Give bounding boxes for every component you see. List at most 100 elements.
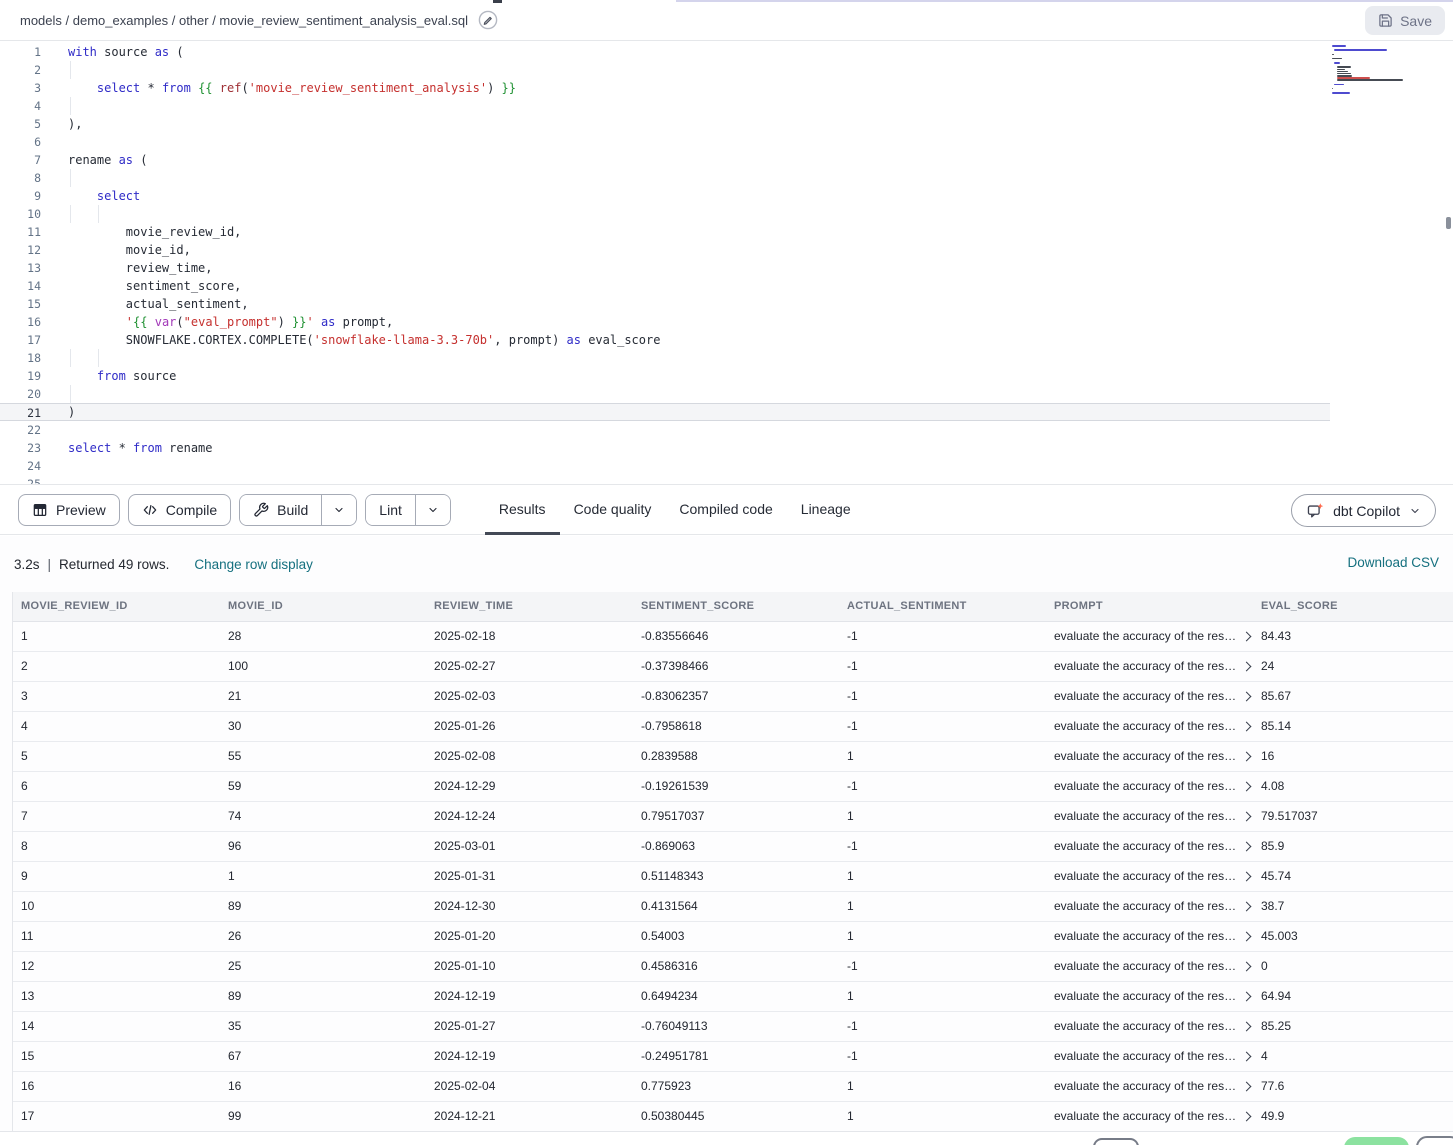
- code-line-3[interactable]: 3 select * from {{ ref('movie_review_sen…: [0, 79, 1330, 97]
- partial-button[interactable]: [1416, 1136, 1453, 1145]
- expand-prompt-icon[interactable]: [1242, 631, 1252, 641]
- code-line-25[interactable]: 25: [0, 475, 1330, 484]
- dbt-copilot-button[interactable]: dbt Copilot: [1291, 494, 1436, 527]
- scrollbar-thumb[interactable]: [1446, 217, 1451, 229]
- cell-sentiment_score: -0.19261539: [633, 771, 839, 801]
- code-line-19[interactable]: 19 from source: [0, 367, 1330, 385]
- expand-prompt-icon[interactable]: [1242, 1081, 1252, 1091]
- minimap[interactable]: [1332, 41, 1428, 101]
- code-line-21[interactable]: 21): [0, 403, 1330, 421]
- partial-green-pill[interactable]: [1344, 1137, 1409, 1145]
- cell-movie_review_id: 7: [13, 801, 220, 831]
- line-number: 11: [0, 223, 41, 241]
- indent-guide: [70, 349, 71, 367]
- expand-prompt-icon[interactable]: [1242, 991, 1252, 1001]
- top-tick: [493, 0, 502, 3]
- line-number: 16: [0, 313, 41, 331]
- code-line-8[interactable]: 8: [0, 169, 1330, 187]
- prompt-text: evaluate the accuracy of the res…: [1054, 1079, 1236, 1093]
- code-line-4[interactable]: 4: [0, 97, 1330, 115]
- code-line-12[interactable]: 12 movie_id,: [0, 241, 1330, 259]
- download-csv-link[interactable]: Download CSV: [1347, 555, 1439, 570]
- expand-prompt-icon[interactable]: [1242, 811, 1252, 821]
- cell-sentiment_score: 0.79517037: [633, 801, 839, 831]
- save-button[interactable]: Save: [1365, 6, 1445, 35]
- code-line-24[interactable]: 24: [0, 457, 1330, 475]
- tab-code-quality[interactable]: Code quality: [560, 485, 666, 535]
- cell-actual_sentiment: -1: [839, 771, 1046, 801]
- indent-guide: [70, 385, 71, 403]
- code-line-18[interactable]: 18: [0, 349, 1330, 367]
- expand-prompt-icon[interactable]: [1242, 781, 1252, 791]
- expand-prompt-icon[interactable]: [1242, 841, 1252, 851]
- expand-prompt-icon[interactable]: [1242, 961, 1252, 971]
- lint-menu-button[interactable]: [415, 495, 450, 525]
- file-status-icon[interactable]: [478, 10, 498, 30]
- prompt-text: evaluate the accuracy of the res…: [1054, 899, 1236, 913]
- build-menu-button[interactable]: [321, 495, 356, 525]
- cell-sentiment_score: 0.4131564: [633, 891, 839, 921]
- code-line-14[interactable]: 14 sentiment_score,: [0, 277, 1330, 295]
- minimap-line: [1332, 58, 1342, 60]
- change-row-display-link[interactable]: Change row display: [194, 557, 313, 572]
- code-line-23[interactable]: 23select * from rename: [0, 439, 1330, 457]
- results-table: MOVIE_REVIEW_IDMOVIE_IDREVIEW_TIMESENTIM…: [13, 592, 1453, 1132]
- code-line-13[interactable]: 13 review_time,: [0, 259, 1330, 277]
- code-line-5[interactable]: 5),: [0, 115, 1330, 133]
- minimap-line: [1334, 49, 1386, 51]
- line-number: 14: [0, 277, 41, 295]
- expand-prompt-icon[interactable]: [1242, 901, 1252, 911]
- tab-compiled-code[interactable]: Compiled code: [665, 485, 786, 535]
- table-row: 3212025-02-03-0.83062357-1evaluate the a…: [13, 681, 1453, 711]
- table-row: 8962025-03-01-0.869063-1evaluate the acc…: [13, 831, 1453, 861]
- code-line-11[interactable]: 11 movie_review_id,: [0, 223, 1330, 241]
- row-count-text: Returned 49 rows.: [59, 557, 169, 572]
- expand-prompt-icon[interactable]: [1242, 691, 1252, 701]
- cell-review_time: 2024-12-19: [426, 981, 633, 1011]
- code-line-1[interactable]: 1with source as (: [0, 43, 1330, 61]
- expand-prompt-icon[interactable]: [1242, 931, 1252, 941]
- code-text: select * from {{ ref('movie_review_senti…: [68, 79, 516, 97]
- breadcrumb[interactable]: models / demo_examples / other / movie_r…: [20, 13, 468, 28]
- compile-button[interactable]: Compile: [128, 494, 231, 526]
- expand-prompt-icon[interactable]: [1242, 1051, 1252, 1061]
- status-separator: |: [48, 557, 52, 572]
- partial-button[interactable]: [1093, 1138, 1139, 1145]
- build-button-group: Build: [239, 494, 357, 526]
- code-line-9[interactable]: 9 select: [0, 187, 1330, 205]
- code-line-6[interactable]: 6: [0, 133, 1330, 151]
- cell-actual_sentiment: 1: [839, 981, 1046, 1011]
- build-button[interactable]: Build: [240, 495, 321, 525]
- expand-prompt-icon[interactable]: [1242, 661, 1252, 671]
- cell-sentiment_score: -0.37398466: [633, 651, 839, 681]
- cell-review_time: 2025-01-10: [426, 951, 633, 981]
- cell-sentiment_score: 0.775923: [633, 1071, 839, 1101]
- expand-prompt-icon[interactable]: [1242, 1111, 1252, 1121]
- code-line-17[interactable]: 17 SNOWFLAKE.CORTEX.COMPLETE('snowflake-…: [0, 331, 1330, 349]
- cell-movie_id: 55: [220, 741, 426, 771]
- tab-results[interactable]: Results: [485, 485, 560, 535]
- code-line-16[interactable]: 16 '{{ var("eval_prompt") }}' as prompt,: [0, 313, 1330, 331]
- expand-prompt-icon[interactable]: [1242, 1021, 1252, 1031]
- line-number: 6: [0, 133, 41, 151]
- cell-prompt: evaluate the accuracy of the res…: [1046, 1101, 1253, 1131]
- expand-prompt-icon[interactable]: [1242, 721, 1252, 731]
- cell-review_time: 2024-12-24: [426, 801, 633, 831]
- code-line-22[interactable]: 22: [0, 421, 1330, 439]
- code-line-20[interactable]: 20: [0, 385, 1330, 403]
- preview-button[interactable]: Preview: [18, 494, 120, 526]
- code-line-15[interactable]: 15 actual_sentiment,: [0, 295, 1330, 313]
- cell-movie_id: 67: [220, 1041, 426, 1071]
- cell-movie_review_id: 12: [13, 951, 220, 981]
- code-editor[interactable]: 1with source as (23 select * from {{ ref…: [0, 41, 1453, 484]
- expand-prompt-icon[interactable]: [1242, 871, 1252, 881]
- cell-actual_sentiment: -1: [839, 951, 1046, 981]
- code-line-10[interactable]: 10: [0, 205, 1330, 223]
- cell-actual_sentiment: 1: [839, 1101, 1046, 1131]
- column-header-prompt: PROMPT: [1046, 592, 1253, 621]
- lint-button[interactable]: Lint: [366, 495, 415, 525]
- expand-prompt-icon[interactable]: [1242, 751, 1252, 761]
- tab-lineage[interactable]: Lineage: [787, 485, 865, 535]
- code-line-2[interactable]: 2: [0, 61, 1330, 79]
- code-line-7[interactable]: 7rename as (: [0, 151, 1330, 169]
